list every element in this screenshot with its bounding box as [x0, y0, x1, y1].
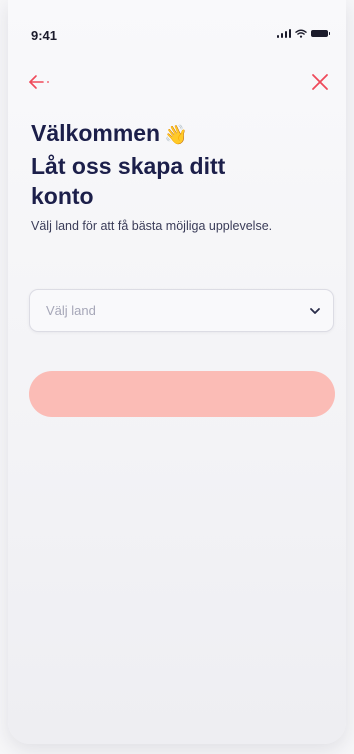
- country-select-placeholder: Välj land: [46, 303, 96, 318]
- signup-screen: 9:41 Välkommen 👋 Låt oss skapa ditt kont…: [0, 0, 354, 754]
- page-subtitle: Välj land för att få bästa möjliga upple…: [31, 219, 273, 233]
- status-icons: [276, 29, 330, 38]
- back-button[interactable]: [26, 68, 58, 96]
- signal-icon: [276, 29, 291, 38]
- country-select[interactable]: Välj land: [29, 289, 334, 332]
- status-time: 9:41: [31, 28, 58, 43]
- status-bar: 9:41: [0, 0, 354, 56]
- title-welcome-text: Välkommen: [31, 120, 161, 146]
- continue-button[interactable]: [29, 371, 335, 417]
- close-button[interactable]: [306, 68, 334, 96]
- waving-hand-icon: 👋: [164, 125, 188, 146]
- battery-icon: [311, 30, 330, 37]
- title-line-create: Låt oss skapa ditt: [31, 153, 226, 179]
- title-line-account: konto: [31, 183, 94, 209]
- page-title: Välkommen 👋 Låt oss skapa ditt konto: [31, 118, 321, 211]
- chevron-down-icon: [310, 308, 320, 314]
- wifi-icon: [295, 29, 307, 38]
- arrow-left-icon: [29, 75, 49, 89]
- close-icon: [312, 74, 328, 90]
- title-line-welcome: Välkommen 👋: [31, 118, 321, 151]
